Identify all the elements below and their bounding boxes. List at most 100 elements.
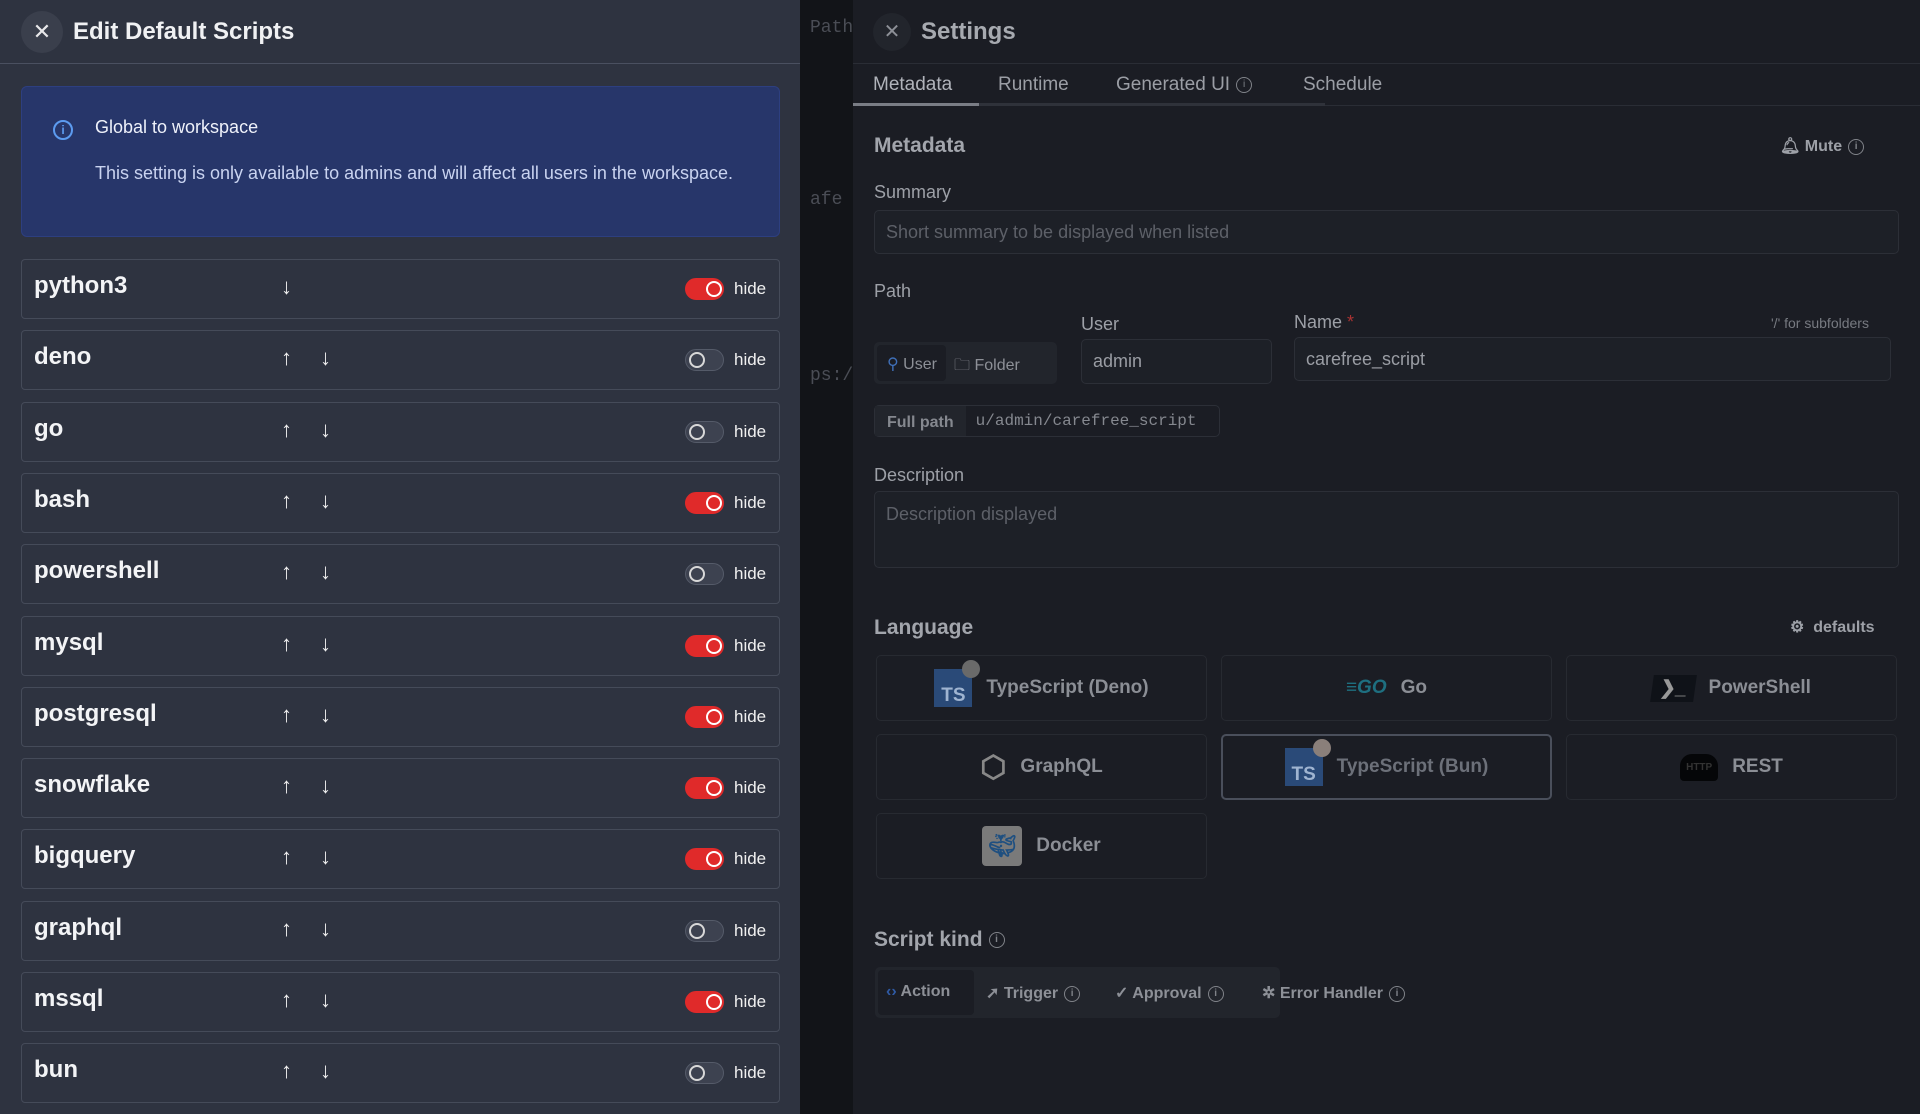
powershell-icon: ❯_ [1650,674,1697,702]
hide-toggle[interactable] [685,563,724,586]
owner-user-option[interactable]: ⚲ User [877,345,946,381]
option-label: Folder [974,357,1020,374]
user-input[interactable]: admin [1081,339,1272,384]
owner-folder-option[interactable]: 🗀︎ Folder [954,354,1020,381]
language-label: TypeScript (Deno) [986,677,1149,698]
arrow-up-icon[interactable]: ↑ [281,345,292,371]
arrow-up-icon[interactable]: ↑ [281,773,292,799]
arrow-down-icon[interactable]: ↓ [320,987,331,1013]
hide-label: hide [734,1063,767,1083]
defaults-label: defaults [1813,619,1875,636]
kind-trigger[interactable]: ➚ Trigger i [986,983,1081,1003]
arrow-down-icon[interactable]: ↓ [320,1058,331,1084]
hide-toggle[interactable] [685,777,724,800]
tab-label: Generated UI [1116,74,1231,95]
hide-toggle[interactable] [685,705,724,728]
gear-icon: ⚙ [1790,619,1805,636]
tab-generated-ui[interactable]: Generated UI i [1116,74,1253,96]
script-name: python3 [34,272,128,299]
arrow-up-icon[interactable]: ↑ [281,631,292,657]
hide-toggle[interactable] [685,420,724,443]
arrow-down-icon[interactable]: ↓ [320,559,331,585]
full-path: Full path u/admin/carefree_script [874,405,1220,437]
arrow-down-icon[interactable]: ↓ [320,631,331,657]
close-icon[interactable]: ✕ [873,12,911,51]
defaults-button[interactable]: ⚙ defaults [1790,617,1875,637]
script-name: graphql [34,913,122,941]
language-docker[interactable]: 🐳︎ Docker [876,813,1207,879]
arrow-up-icon[interactable]: ↑ [281,417,292,443]
hide-toggle[interactable] [685,919,724,942]
kind-label: Error Handler [1279,985,1383,1002]
user-label: User [1081,314,1120,334]
typescript-bun-icon: TS [1284,739,1331,786]
arrow-down-icon[interactable]: ↓ [320,773,331,799]
kind-action[interactable]: ‹› Action [878,970,974,1015]
arrow-down-icon[interactable]: ↓ [320,488,331,514]
arrow-down-icon[interactable]: ↓ [320,417,331,443]
bg-fragment: afe r [810,190,853,210]
hide-label: hide [734,635,767,655]
script-name: snowflake [34,771,151,799]
info-icon: i [1207,985,1224,1002]
summary-input[interactable]: Short summary to be displayed when liste… [874,210,1899,254]
kind-label: Action [900,983,951,1000]
arrow-down-icon[interactable]: ↓ [320,844,331,870]
language-graphql[interactable]: ⬡ GraphQL [876,734,1207,800]
arrow-down-icon[interactable]: ↓ [320,345,331,371]
arrow-down-icon[interactable]: ↓ [320,702,331,728]
language-typescript-deno[interactable]: TS TypeScript (Deno) [876,655,1207,721]
description-input[interactable]: Description displayed [874,491,1899,568]
hide-toggle[interactable] [685,278,724,300]
tab-runtime[interactable]: Runtime [998,74,1069,96]
hide-toggle[interactable] [685,349,724,372]
user-icon: ⚲ [887,356,899,373]
script-name: deno [34,343,92,371]
info-icon: i [988,932,1005,949]
script-kind-toggle: ‹› Action ➚ Trigger i ✓ Approval i ✲ Error… [875,967,1405,1018]
info-alert: i Global to workspace This setting is on… [21,86,780,237]
script-row: mysql ↑ ↓ hide [21,615,780,676]
language-rest[interactable]: HTTP REST [1566,734,1897,800]
script-name: powershell [34,557,160,585]
bg-fragment: Path [810,18,853,38]
language-powershell[interactable]: ❯_ PowerShell [1566,655,1897,721]
name-input[interactable]: carefree_script [1294,337,1891,381]
close-icon[interactable]: ✕ [21,10,63,53]
script-kind-title: Script kind [874,928,983,951]
kind-approval[interactable]: ✓ Approval i [1115,983,1224,1003]
arrow-down-icon[interactable]: ↓ [281,274,292,300]
kind-error-handler[interactable]: ✲ Error Handler i [1262,983,1405,1003]
script-row: bash ↑ ↓ hide [21,472,780,533]
tab-schedule[interactable]: Schedule [1303,74,1382,96]
hide-label: hide [734,992,767,1011]
language-go[interactable]: ≡GO Go [1221,655,1552,721]
arrow-up-icon[interactable]: ↑ [281,987,292,1013]
background-editor: Path afe r ps:// [800,0,853,1114]
hide-label: hide [734,350,767,370]
hide-toggle[interactable] [685,848,724,871]
drawer-title: Edit Default Scripts [73,17,295,45]
docker-icon: 🐳︎ [982,826,1023,866]
script-row: mssql ↑ ↓ hide [21,972,780,1032]
arrow-up-icon[interactable]: ↑ [281,702,292,728]
arrow-down-icon[interactable]: ↓ [320,916,331,942]
script-row: deno ↑ ↓ hide [21,330,780,391]
arrow-up-icon[interactable]: ↑ [281,559,292,585]
check-circle-icon: ✓ [1115,985,1129,1002]
hide-toggle[interactable] [685,1062,724,1085]
arrow-up-icon[interactable]: ↑ [281,844,292,870]
hide-toggle[interactable] [685,634,724,657]
arrow-up-icon[interactable]: ↑ [281,1058,292,1084]
hide-toggle[interactable] [685,491,724,514]
language-typescript-bun[interactable]: TS TypeScript (Bun) [1221,734,1552,800]
arrow-up-icon[interactable]: ↑ [281,916,292,942]
hide-label: hide [734,279,767,298]
tab-metadata[interactable]: Metadata [873,74,952,96]
mute-button[interactable]: 🔔︎ Mute i [1780,136,1865,156]
language-heading: Language [874,616,974,639]
arrow-up-icon[interactable]: ↑ [281,488,292,514]
hide-toggle[interactable] [685,991,724,1013]
full-path-label: Full path [875,406,966,436]
name-hint: '/' for subfolders [1771,315,1869,331]
